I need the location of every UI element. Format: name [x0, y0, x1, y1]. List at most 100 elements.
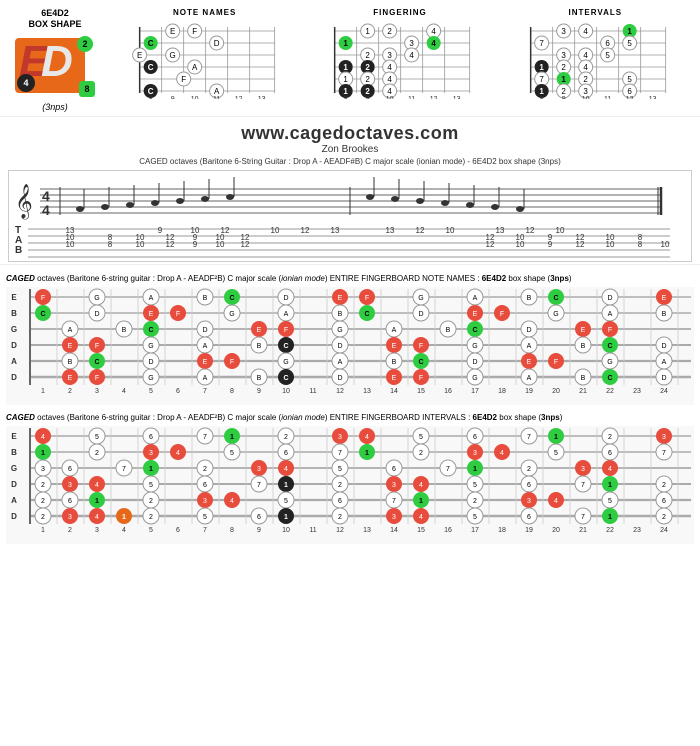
svg-text:3: 3 — [68, 482, 72, 489]
svg-text:B: B — [527, 295, 532, 302]
svg-text:2: 2 — [149, 498, 153, 505]
svg-text:12: 12 — [486, 240, 495, 249]
svg-text:C: C — [229, 295, 234, 302]
svg-text:7: 7 — [203, 388, 207, 395]
svg-text:5: 5 — [149, 482, 153, 489]
svg-text:10: 10 — [66, 240, 75, 249]
svg-text:A: A — [284, 311, 289, 318]
svg-text:4: 4 — [432, 39, 437, 48]
svg-text:12: 12 — [301, 226, 310, 235]
svg-text:4: 4 — [500, 450, 504, 457]
svg-text:5: 5 — [419, 434, 423, 441]
svg-text:15: 15 — [417, 527, 425, 534]
svg-text:24: 24 — [660, 527, 668, 534]
svg-text:15: 15 — [417, 388, 425, 395]
svg-text:12: 12 — [416, 226, 425, 235]
svg-text:2: 2 — [527, 466, 531, 473]
svg-text:2: 2 — [338, 514, 342, 521]
svg-text:16: 16 — [444, 388, 452, 395]
svg-text:6: 6 — [257, 514, 261, 521]
svg-text:F: F — [554, 359, 558, 366]
svg-text:D: D — [283, 295, 288, 302]
svg-text:F: F — [365, 295, 369, 302]
svg-text:G: G — [148, 343, 153, 350]
svg-text:1: 1 — [41, 527, 45, 534]
svg-text:F: F — [284, 327, 288, 334]
svg-text:1: 1 — [365, 450, 369, 457]
svg-text:E: E — [68, 343, 73, 350]
fingering-diagram: FINGERING 1 2 4 — [305, 8, 494, 99]
fingerboard-intervals-svg: E B G D A D 1 2 3 4 5 6 7 8 9 10 11 12 1… — [6, 426, 694, 544]
svg-text:C: C — [553, 295, 558, 302]
svg-text:B: B — [446, 327, 451, 334]
svg-text:13: 13 — [363, 527, 371, 534]
caged-intervals-header: CAGED octaves (Baritone 6-string guitar … — [6, 412, 694, 423]
svg-text:4: 4 — [419, 514, 423, 521]
svg-text:12: 12 — [430, 96, 438, 99]
svg-text:E: E — [662, 295, 667, 302]
svg-text:1: 1 — [473, 466, 477, 473]
fingerboard-notes-svg: E B G D A D — [6, 287, 694, 405]
intervals-diagram: INTERVALS 3 4 1 — [501, 8, 690, 99]
svg-text:7: 7 — [257, 482, 261, 489]
svg-text:8: 8 — [108, 240, 113, 249]
box-shape-area: 6E4D2 BOX SHAPE E D 2 4 8 (3nps) — [10, 8, 100, 112]
svg-text:1: 1 — [41, 450, 45, 457]
svg-text:13: 13 — [258, 96, 266, 99]
svg-text:A: A — [473, 295, 478, 302]
svg-text:2: 2 — [388, 27, 393, 36]
svg-text:19: 19 — [525, 527, 533, 534]
intervals-svg: 3 4 1 6 7 5 3 4 5 1 2 — [501, 19, 690, 99]
svg-text:12: 12 — [166, 240, 175, 249]
svg-text:C: C — [148, 87, 154, 96]
svg-text:2: 2 — [561, 87, 566, 96]
svg-text:2: 2 — [662, 482, 666, 489]
svg-text:7: 7 — [662, 450, 666, 457]
svg-text:9: 9 — [548, 240, 553, 249]
svg-text:B: B — [68, 359, 73, 366]
svg-text:1: 1 — [366, 27, 371, 36]
svg-text:D: D — [148, 359, 153, 366]
svg-text:3: 3 — [662, 434, 666, 441]
svg-text:10: 10 — [516, 240, 525, 249]
svg-text:E: E — [473, 311, 478, 318]
svg-text:12: 12 — [336, 388, 344, 395]
svg-text:20: 20 — [552, 388, 560, 395]
svg-text:14: 14 — [390, 527, 398, 534]
svg-text:C: C — [364, 311, 369, 318]
svg-text:12: 12 — [235, 96, 243, 99]
svg-text:6: 6 — [527, 482, 531, 489]
svg-text:E: E — [392, 375, 397, 382]
svg-text:C: C — [148, 63, 154, 72]
svg-text:1: 1 — [230, 434, 234, 441]
svg-text:2: 2 — [561, 63, 566, 72]
svg-text:1: 1 — [344, 87, 349, 96]
author-name: Zon Brookes — [0, 144, 700, 155]
svg-text:A: A — [203, 375, 208, 382]
svg-text:10: 10 — [446, 226, 455, 235]
svg-text:1: 1 — [344, 39, 349, 48]
svg-text:2: 2 — [68, 388, 72, 395]
svg-text:4: 4 — [95, 482, 99, 489]
svg-text:B: B — [257, 343, 262, 350]
ed-logo: E D 2 4 8 — [15, 30, 95, 100]
svg-text:2: 2 — [41, 498, 45, 505]
svg-text:8: 8 — [638, 240, 643, 249]
svg-text:7: 7 — [581, 482, 585, 489]
svg-text:13: 13 — [386, 226, 395, 235]
svg-text:11: 11 — [309, 388, 316, 395]
svg-text:D: D — [526, 327, 531, 334]
svg-text:3: 3 — [41, 466, 45, 473]
svg-text:7: 7 — [446, 466, 450, 473]
svg-text:10: 10 — [556, 226, 565, 235]
svg-text:F: F — [608, 327, 612, 334]
svg-text:4: 4 — [554, 498, 558, 505]
svg-text:A: A — [214, 87, 220, 96]
svg-text:2: 2 — [203, 466, 207, 473]
svg-text:10: 10 — [216, 240, 225, 249]
svg-text:F: F — [181, 75, 186, 84]
svg-text:C: C — [148, 327, 153, 334]
svg-text:B: B — [392, 359, 397, 366]
svg-text:B: B — [203, 295, 208, 302]
svg-text:G: G — [148, 375, 153, 382]
